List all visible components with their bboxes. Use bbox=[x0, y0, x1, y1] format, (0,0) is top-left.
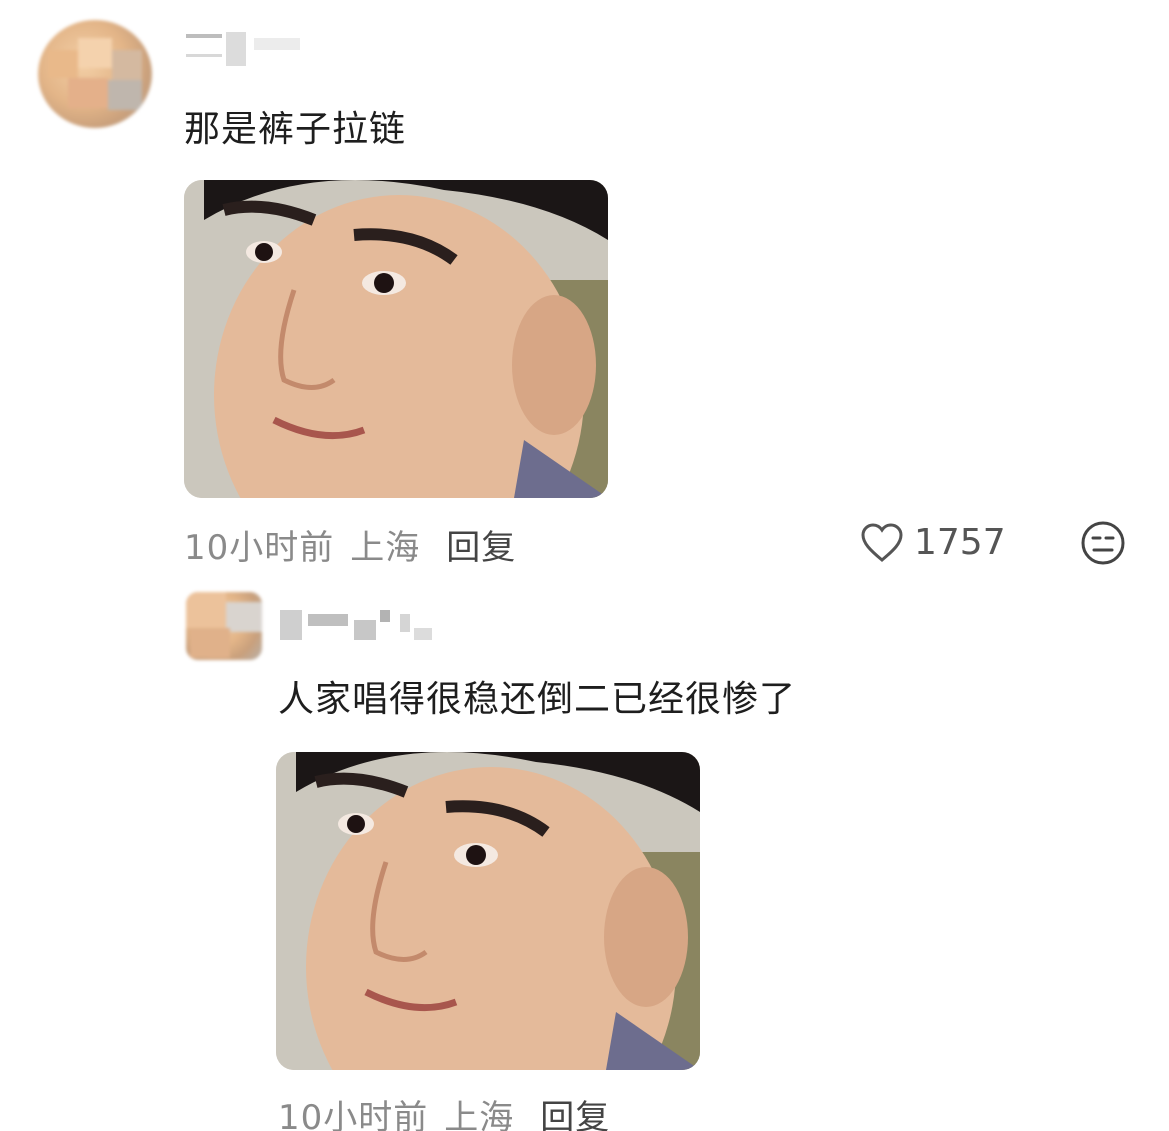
like-count: 1757 bbox=[914, 522, 1006, 563]
avatar[interactable] bbox=[186, 592, 262, 660]
comment-time: 10小时前 bbox=[184, 528, 335, 568]
comment-text: 那是裤子拉链 bbox=[184, 109, 407, 150]
comment-feed: 那是裤子拉链 10小时前 上海 回复 1757 人家唱得很稳还倒二已经很惨了 1… bbox=[0, 0, 1169, 1131]
heart-icon bbox=[861, 522, 903, 562]
username-blurred[interactable] bbox=[280, 600, 460, 644]
comment-meta: 10小时前 上海 回复 bbox=[184, 520, 516, 569]
comment-location: 上海 bbox=[444, 1098, 515, 1131]
reply-button[interactable]: 回复 bbox=[540, 1098, 610, 1131]
comment-text: 人家唱得很稳还倒二已经很惨了 bbox=[278, 679, 797, 720]
meme-image[interactable] bbox=[184, 180, 608, 498]
username-blurred[interactable] bbox=[186, 30, 346, 74]
comment-time: 10小时前 bbox=[278, 1098, 429, 1131]
comment-meta: 10小时前 上海 回复 bbox=[278, 1090, 610, 1131]
reply-button[interactable]: 回复 bbox=[446, 528, 516, 568]
comment-location: 上海 bbox=[350, 528, 421, 568]
meme-image[interactable] bbox=[276, 752, 700, 1070]
like-button[interactable]: 1757 bbox=[860, 522, 1006, 563]
expressionless-face-icon[interactable] bbox=[1080, 520, 1126, 566]
avatar[interactable] bbox=[38, 20, 152, 128]
